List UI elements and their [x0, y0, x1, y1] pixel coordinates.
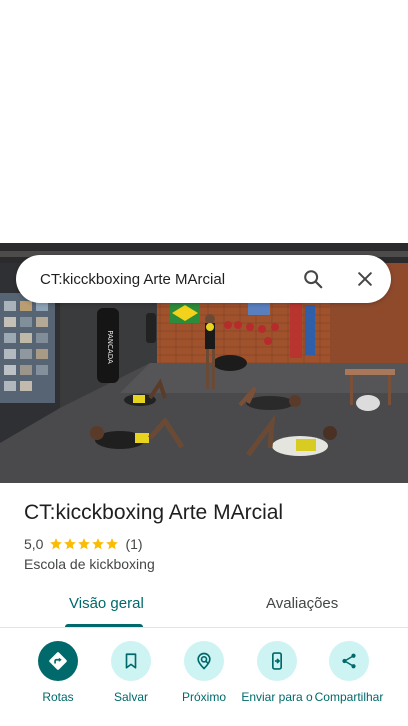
search-input[interactable]: CT:kicckboxing Arte MArcial: [40, 271, 293, 288]
directions-label: Rotas: [42, 690, 74, 704]
close-icon: [358, 272, 372, 286]
review-count: (1): [125, 536, 143, 552]
share-icon: [342, 653, 356, 669]
punching-bag-text: PANCADA: [106, 330, 114, 364]
clear-search-button[interactable]: [345, 259, 385, 299]
directions-icon: [49, 652, 67, 670]
star-icon: [64, 538, 77, 550]
search-button[interactable]: [293, 259, 333, 299]
tab-selected-indicator: [65, 624, 143, 627]
send-to-phone-icon: [272, 652, 282, 670]
place-page: PANCADA CT:kicckboxing Arte MArcial CT:k…: [0, 0, 408, 726]
nearby-icon: [197, 652, 211, 670]
bookmark-icon: [125, 653, 137, 669]
tab-overview[interactable]: Visão geral: [69, 595, 144, 612]
place-title: CT:kicckboxing Arte MArcial: [24, 501, 284, 524]
directions-button-circle: [38, 641, 78, 681]
directions-button[interactable]: Rotas: [18, 641, 98, 704]
star-rating: [49, 537, 119, 551]
tab-reviews[interactable]: Avaliações: [266, 595, 338, 612]
place-category[interactable]: Escola de kickboxing: [24, 556, 155, 572]
search-icon: [304, 270, 323, 289]
share-button-circle: [329, 641, 369, 681]
rating-row[interactable]: 5,0 (1): [24, 536, 143, 552]
star-icon: [50, 538, 63, 550]
star-icon: [106, 538, 119, 550]
send-to-phone-button-circle: [257, 641, 297, 681]
save-button-circle: [111, 641, 151, 681]
share-button[interactable]: Compartilhar: [309, 641, 389, 704]
search-bar[interactable]: CT:kicckboxing Arte MArcial: [16, 255, 391, 303]
save-label: Salvar: [113, 690, 148, 704]
tab-bar: Visão geral Avaliações: [0, 590, 408, 628]
nearby-label: Próximo: [181, 690, 226, 704]
save-button[interactable]: Salvar: [91, 641, 171, 704]
send-to-phone-label: Enviar para o: [241, 690, 313, 704]
nearby-button-circle: [184, 641, 224, 681]
share-label: Compartilhar: [314, 690, 384, 704]
nearby-button[interactable]: Próximo: [164, 641, 244, 704]
rating-value: 5,0: [24, 536, 44, 552]
star-icon: [78, 538, 91, 550]
send-to-phone-button[interactable]: Enviar para o: [237, 641, 317, 704]
star-icon: [92, 538, 105, 550]
